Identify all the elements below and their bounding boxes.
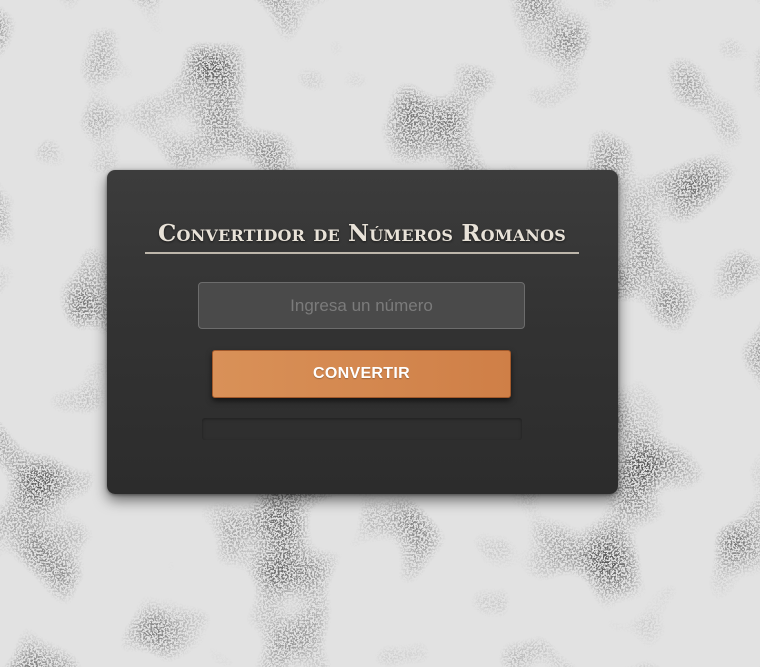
number-input[interactable] xyxy=(198,282,525,329)
result-output xyxy=(202,418,522,440)
converter-card: Convertidor de Números Romanos CONVERTIR xyxy=(107,170,618,494)
page-title: Convertidor de Números Romanos xyxy=(145,220,579,254)
convert-button[interactable]: CONVERTIR xyxy=(212,350,511,398)
